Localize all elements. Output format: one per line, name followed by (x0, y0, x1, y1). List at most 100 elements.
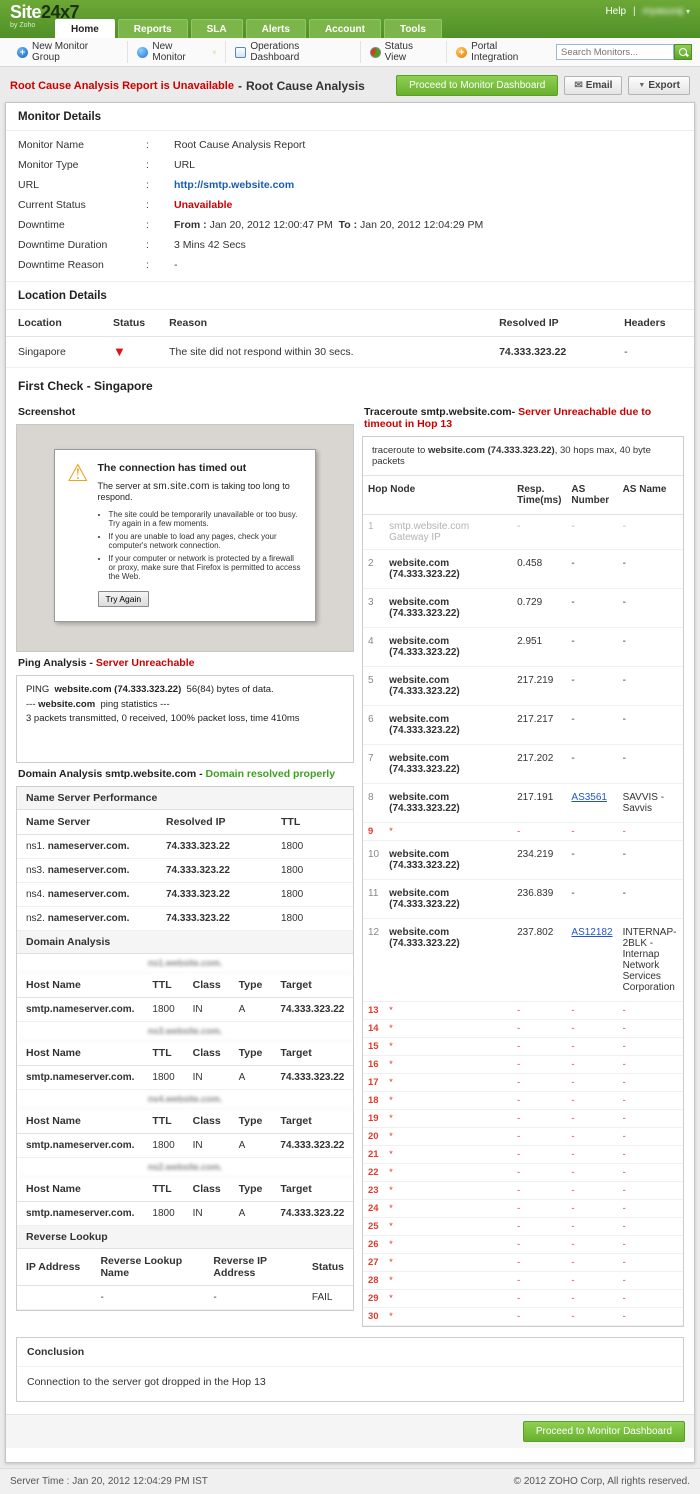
toolbar-item-label: Status View (385, 41, 437, 63)
domain-record-table: Host NameTTLClassTypeTargetsmtp.nameserv… (17, 1109, 353, 1158)
as-name-cell: - (618, 1074, 683, 1092)
as-name-cell: - (618, 880, 683, 919)
class-cell: IN (184, 1134, 230, 1158)
title-separator: - (238, 79, 242, 93)
hop-number-cell: 12 (363, 919, 384, 1002)
hop-number-cell: 5 (363, 667, 384, 706)
toolbar-portal-integration[interactable]: +Portal Integration (447, 41, 556, 63)
tab-alerts[interactable]: Alerts (246, 19, 306, 38)
hop-number-cell: 14 (363, 1020, 384, 1038)
as-name-cell: - (618, 706, 683, 745)
user-menu[interactable]: myasuraj ▾ (643, 6, 690, 17)
host-name-cell: smtp.nameserver.com. (17, 998, 143, 1022)
resolved-ip-cell: 74.333.323.22 (157, 907, 272, 931)
toolbar-new-monitor-group[interactable]: +New Monitor Group (8, 41, 128, 63)
toolbar-operations-dashboard[interactable]: Operations Dashboard (226, 41, 360, 63)
type-cell: A (230, 1066, 272, 1090)
as-name-cell: - (618, 515, 683, 550)
hop-number-cell: 2 (363, 550, 384, 589)
resp-time-cell: - (512, 1164, 566, 1182)
hop-number-cell: 29 (363, 1290, 384, 1308)
new-monitor-icon (137, 47, 148, 58)
hop-node-cell: website.com (74.333.323.22) (384, 841, 512, 880)
resolved-ip-cell: 74.333.323.22 (157, 835, 272, 859)
trace-row: 15*--- (363, 1038, 683, 1056)
ttl-cell: 1800 (272, 907, 353, 931)
as-name-cell: - (618, 841, 683, 880)
help-link[interactable]: Help (605, 6, 626, 17)
tab-tools[interactable]: Tools (384, 19, 442, 38)
column-header: Class (184, 1109, 230, 1134)
nameserver-blurred-label: ns3.website.com. (17, 1022, 353, 1041)
as-number-cell: - (566, 1236, 617, 1254)
domain-record-row: smtp.nameserver.com.1800INA74.333.323.22 (17, 1134, 353, 1158)
list-item: If you are unable to load any pages, che… (109, 532, 303, 550)
as-name-cell: - (618, 550, 683, 589)
domain-status-text: Domain resolved properly (206, 768, 336, 780)
as-number-cell: - (566, 1164, 617, 1182)
column-header: Host Name (17, 1041, 143, 1066)
resp-time-cell: 234.219 (512, 841, 566, 880)
as-number-link[interactable]: AS3561 (571, 792, 607, 803)
as-number-cell: - (566, 1002, 617, 1020)
nameserver-cell: ns4. nameserver.com. (17, 883, 157, 907)
trace-row: 3website.com (74.333.323.22)0.729-- (363, 589, 683, 628)
domain-record-table: Host NameTTLClassTypeTargetsmtp.nameserv… (17, 973, 353, 1022)
as-name-cell: - (618, 1002, 683, 1020)
column-header: Type (230, 1109, 272, 1134)
column-header: Class (184, 1041, 230, 1066)
hop-node-cell: website.com (74.333.323.22) (384, 880, 512, 919)
hop-number-cell: 9 (363, 823, 384, 841)
chevron-down-icon: ▾ (212, 48, 216, 57)
trace-row: 10website.com (74.333.323.22)234.219-- (363, 841, 683, 880)
toolbar-new-monitor[interactable]: New Monitor▾ (128, 41, 226, 63)
as-name-cell: - (618, 1038, 683, 1056)
hop-number-cell: 26 (363, 1236, 384, 1254)
export-button[interactable]: ▼Export (628, 76, 690, 95)
resp-time-cell: - (512, 1218, 566, 1236)
type-cell: A (230, 998, 272, 1022)
hop-number-cell: 18 (363, 1092, 384, 1110)
as-number-link[interactable]: AS12182 (571, 927, 612, 938)
proceed-to-dashboard-button[interactable]: Proceed to Monitor Dashboard (396, 75, 558, 96)
tab-home[interactable]: Home (55, 19, 115, 38)
tab-reports[interactable]: Reports (118, 19, 188, 38)
as-number-cell: - (566, 880, 617, 919)
column-header: Class (184, 973, 230, 998)
monitor-url-link[interactable]: http://smtp.website.com (174, 179, 294, 191)
toolbar-status-view[interactable]: Status View (361, 41, 447, 63)
resp-time-cell: - (512, 1128, 566, 1146)
resp-time-cell: - (512, 1146, 566, 1164)
nameserver-row: ns3. nameserver.com.74.333.323.221800 (17, 859, 353, 883)
tab-account[interactable]: Account (309, 19, 381, 38)
domain-analysis-label: Domain Analysis smtp.website.com - Domai… (16, 763, 354, 786)
hop-number-cell: 11 (363, 880, 384, 919)
hop-node-cell: * (384, 1182, 512, 1200)
proceed-to-dashboard-button-bottom[interactable]: Proceed to Monitor Dashboard (523, 1421, 685, 1442)
search-input[interactable] (556, 44, 674, 60)
hop-node-cell: * (384, 1164, 512, 1182)
tab-sla[interactable]: SLA (191, 19, 243, 38)
detail-row-url: URL: http://smtp.website.com (6, 175, 694, 195)
hop-node-cell: * (384, 1254, 512, 1272)
trace-row: 24*--- (363, 1200, 683, 1218)
first-check-heading: First Check - Singapore (6, 370, 694, 401)
type-cell: A (230, 1202, 272, 1226)
as-number-cell: - (566, 1218, 617, 1236)
domain-record-row: smtp.nameserver.com.1800INA74.333.323.22 (17, 1066, 353, 1090)
search-icon[interactable] (674, 44, 692, 60)
as-name-cell: - (618, 1308, 683, 1326)
as-number-cell: - (566, 745, 617, 784)
trace-row: 23*--- (363, 1182, 683, 1200)
email-button[interactable]: ✉Email (564, 76, 622, 95)
as-name-cell: - (618, 1128, 683, 1146)
as-number-cell: - (566, 1146, 617, 1164)
hop-node-cell: website.com (74.333.323.22) (384, 706, 512, 745)
hop-node-cell: * (384, 1290, 512, 1308)
resp-time-cell: - (512, 1056, 566, 1074)
hop-node-cell: * (384, 1200, 512, 1218)
as-name-cell: - (618, 1218, 683, 1236)
hop-number-cell: 7 (363, 745, 384, 784)
as-number-cell: - (566, 841, 617, 880)
resp-time-cell: 217.191 (512, 784, 566, 823)
